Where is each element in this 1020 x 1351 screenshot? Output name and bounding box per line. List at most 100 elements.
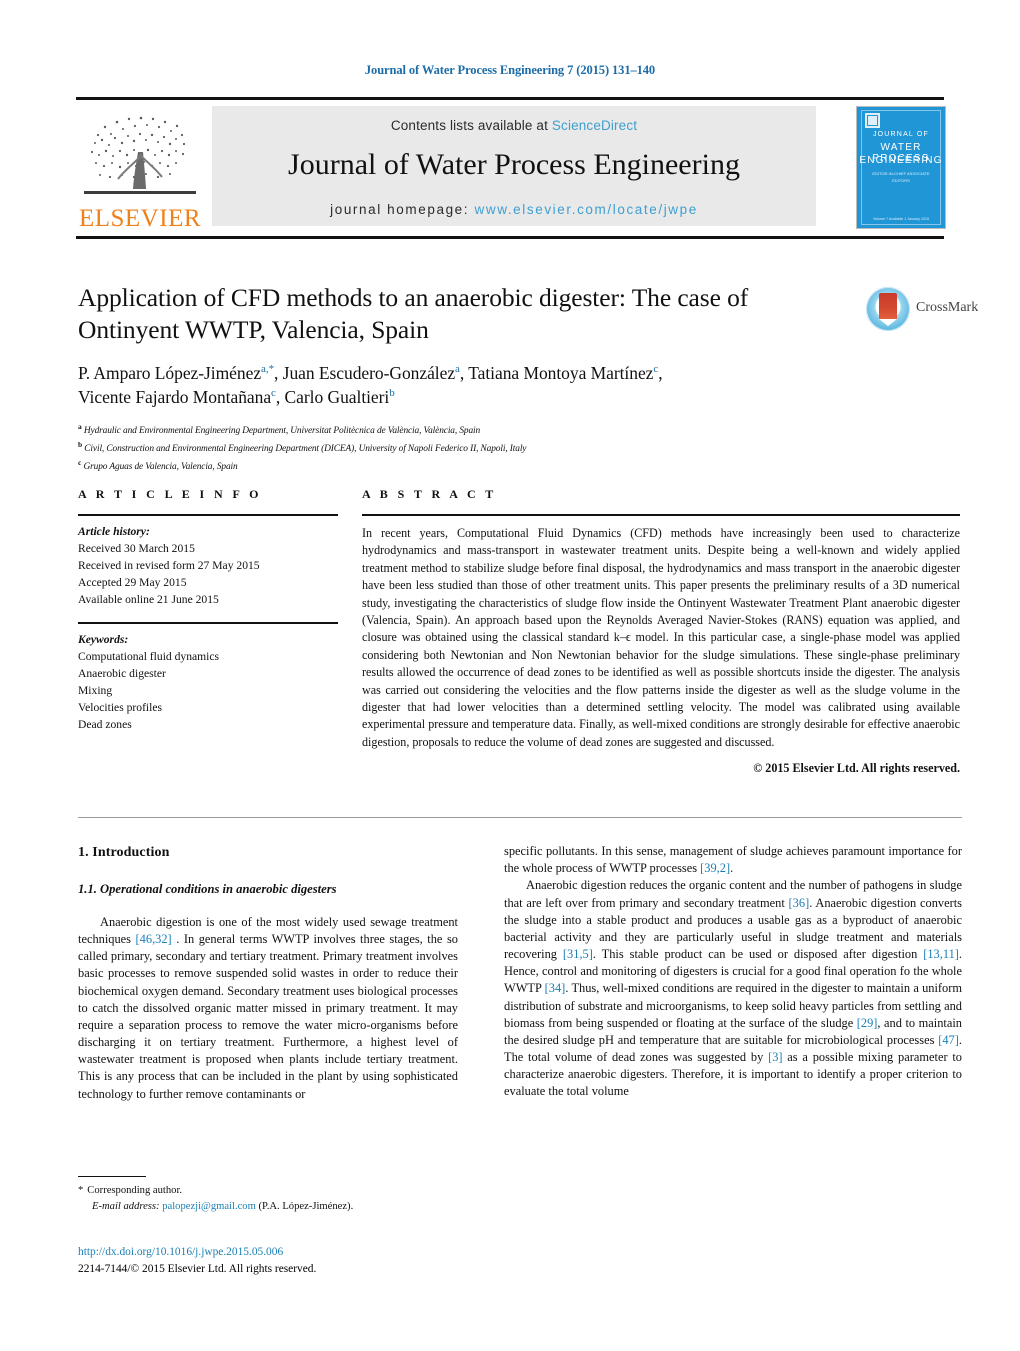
article-info-heading: A R T I C L E I N F O	[78, 487, 262, 501]
doi-block: http://dx.doi.org/10.1016/j.jwpe.2015.05…	[78, 1244, 498, 1277]
affiliation-item: c Grupo Aguas de Valencia, Valencia, Spa…	[78, 457, 838, 475]
citation-ref[interactable]: [36]	[789, 896, 810, 910]
journal-banner: Contents lists available at ScienceDirec…	[212, 106, 816, 226]
keyword-item: Computational fluid dynamics	[78, 650, 220, 664]
asterisk-icon: *	[78, 1185, 84, 1196]
masthead-rule-bottom	[76, 236, 944, 239]
affiliation-text: Grupo Aguas de Valencia, Valencia, Spain	[83, 462, 238, 473]
author-sep-4: , Carlo Gualtieri	[275, 386, 390, 407]
keyword-item: Dead zones	[78, 718, 132, 732]
citation-ref[interactable]: [34]	[545, 981, 566, 995]
cover-publisher-icon	[865, 113, 880, 128]
affiliation-list: a Hydraulic and Environmental Engineerin…	[78, 421, 838, 475]
body-column-right: specific pollutants. In this sense, mana…	[504, 843, 962, 1101]
keywords-list: Keywords: Computational fluid dynamics A…	[78, 631, 338, 733]
paragraph-right-2: Anaerobic digestion reduces the organic …	[504, 877, 962, 1100]
page-title: Application of CFD methods to an anaerob…	[78, 283, 749, 344]
article-history-label: Article history:	[78, 525, 150, 538]
paper-page: Journal of Water Process Engineering 7 (…	[0, 0, 1020, 1351]
author-1: P. Amparo López-Jiménez	[78, 363, 262, 384]
footnote-block: * Corresponding author. E-mail address: p…	[78, 1176, 458, 1215]
author-sep-2: , Tatiana Montoya Martínez	[459, 363, 654, 384]
abstract-heading: A B S T R A C T	[362, 487, 497, 501]
subsection-heading-operational-conditions: 1.1. Operational conditions in anaerobic…	[78, 882, 337, 897]
article-history: Article history: Received 30 March 2015 …	[78, 523, 338, 608]
email-note: E-mail address: palopezji@gmail.com (P.A…	[78, 1199, 458, 1215]
journal-masthead: ELSEVIER Contents lists available at Sci…	[76, 97, 946, 239]
footnote-rule	[78, 1176, 146, 1177]
para-text: . This stable product can be used or dis…	[592, 947, 924, 962]
elsevier-wordmark: ELSEVIER	[78, 205, 202, 232]
paragraph-left-1: Anaerobic digestion is one of the most w…	[78, 914, 458, 1103]
keyword-item: Mixing	[78, 684, 113, 698]
abstract-section: A B S T R A C T In recent years, Computa…	[362, 487, 960, 776]
crossmark-book-icon	[879, 293, 897, 326]
citation-ref[interactable]: [29]	[857, 1016, 878, 1030]
keywords-rule	[78, 622, 338, 625]
crossmark-label: CrossMark	[916, 300, 979, 315]
homepage-url-link[interactable]: www.elsevier.com/locate/jwpe	[475, 202, 698, 217]
author-sep-1: , Juan Escudero-González	[274, 363, 456, 384]
abstract-text: In recent years, Computational Fluid Dyn…	[362, 526, 960, 749]
citation-ref[interactable]: [13,11]	[923, 947, 959, 961]
keyword-item: Anaerobic digester	[78, 667, 166, 681]
body-column-left: 1. Introduction 1.1. Operational conditi…	[78, 843, 458, 1103]
contents-prefix: Contents lists available at	[390, 118, 552, 133]
para-text: . In general terms WWTP involves three s…	[78, 931, 458, 1101]
elsevier-logo: ELSEVIER	[78, 107, 202, 231]
issn-copyright-line: 2214-7144/© 2015 Elsevier Ltd. All right…	[78, 1262, 317, 1275]
citation-ref[interactable]: [47]	[938, 1033, 959, 1047]
journal-title: Journal of Water Process Engineering	[288, 148, 740, 181]
affiliation-item: b Civil, Construction and Environmental …	[78, 439, 838, 457]
cover-line-3: ENGINEERING	[859, 155, 943, 166]
citation-ref[interactable]: [39,2]	[700, 861, 730, 875]
abstract-rule	[362, 514, 960, 516]
article-info-section: A R T I C L E I N F O Article history: R…	[78, 487, 338, 733]
affiliation-mark: b	[78, 440, 83, 450]
history-item: Accepted 29 May 2015	[78, 576, 187, 590]
title-block: Application of CFD methods to an anaerob…	[78, 282, 838, 475]
section-heading-introduction: 1. Introduction	[78, 845, 170, 860]
running-head: Journal of Water Process Engineering 7 (…	[364, 63, 656, 77]
author-5-affiliation-mark: b	[389, 387, 395, 400]
affiliation-mark: c	[78, 458, 82, 468]
article-info-rule	[78, 514, 338, 516]
email-link[interactable]: palopezji@gmail.com	[162, 1201, 256, 1212]
paragraph-right-1: specific pollutants. In this sense, mana…	[504, 843, 962, 877]
cover-line-1: JOURNAL OF	[872, 131, 930, 138]
affiliation-text: Hydraulic and Environmental Engineering …	[83, 426, 481, 437]
author-1-affiliation-mark: a,*	[261, 363, 275, 376]
keywords-label: Keywords:	[78, 633, 129, 647]
journal-cover-thumbnail: JOURNAL OF WATER PROCESS ENGINEERING EDI…	[856, 106, 946, 229]
affiliation-text: Civil, Construction and Environmental En…	[84, 444, 527, 455]
copyright-text: © 2015 Elsevier Ltd. All rights reserved…	[753, 761, 960, 776]
author-list: P. Amparo López-Jiméneza,*, Juan Escuder…	[78, 362, 838, 409]
history-item: Received 30 March 2015	[78, 542, 195, 556]
email-label: E-mail address:	[92, 1200, 160, 1212]
affiliation-mark: a	[78, 422, 82, 432]
doi-link[interactable]: http://dx.doi.org/10.1016/j.jwpe.2015.05…	[78, 1244, 498, 1261]
author-sep-3: ,	[658, 363, 663, 384]
sciencedirect-link[interactable]: ScienceDirect	[552, 118, 637, 133]
citation-ref[interactable]: [3]	[768, 1050, 782, 1064]
journal-homepage-line: journal homepage: www.elsevier.com/locat…	[212, 202, 816, 217]
contents-line: Contents lists available at ScienceDirec…	[212, 118, 816, 133]
abstract-bottom-rule	[78, 817, 962, 818]
cover-bottom-text: Volume 7 Available 1 January 2015	[872, 217, 930, 221]
crossmark-badge[interactable]: CrossMark	[866, 287, 978, 333]
homepage-label: journal homepage:	[330, 202, 475, 217]
masthead-rule-top	[76, 97, 944, 100]
cover-subtext: EDITOR-IN-CHIEF ASSOCIATE EDITORS	[872, 171, 930, 183]
history-item: Received in revised form 27 May 2015	[78, 559, 260, 573]
para-text: .	[730, 861, 734, 876]
crossmark-icon	[866, 287, 910, 331]
author-4: Vicente Fajardo Montañana	[78, 386, 272, 407]
email-owner: (P.A. López-Jiménez).	[258, 1200, 354, 1212]
citation-ref[interactable]: [46,32]	[136, 932, 172, 946]
history-item: Available online 21 June 2015	[78, 593, 219, 607]
affiliation-item: a Hydraulic and Environmental Engineerin…	[78, 421, 838, 439]
corresponding-author-note: * Corresponding author.	[78, 1183, 458, 1199]
keyword-item: Velocities profiles	[78, 701, 163, 715]
corresponding-author-label: Corresponding author.	[87, 1185, 183, 1196]
citation-ref[interactable]: [31,5]	[563, 947, 593, 961]
